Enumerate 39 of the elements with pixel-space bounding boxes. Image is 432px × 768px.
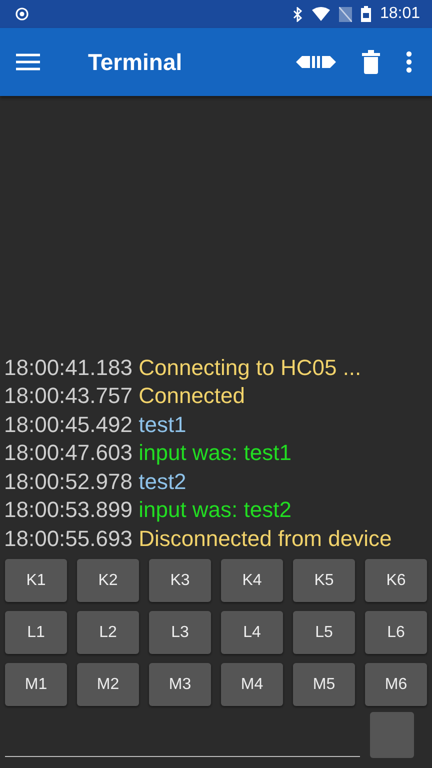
macro-button[interactable]: K2 [77, 559, 139, 602]
log-message: test2 [138, 468, 186, 494]
macro-button[interactable]: K6 [365, 559, 427, 602]
log-message: Connected [138, 383, 246, 408]
log-message: input was: test1 [138, 440, 292, 465]
battery-icon [360, 6, 371, 22]
macro-button[interactable]: L1 [5, 611, 67, 654]
timestamp: 18:00:41.183 [4, 354, 132, 380]
timestamp: 18:00:43.757 [4, 383, 132, 408]
timestamp: 18:00:47.603 [4, 440, 132, 465]
macro-button[interactable]: K3 [149, 559, 211, 602]
macro-button[interactable]: L4 [221, 611, 283, 654]
toolbar-title: Terminal [88, 48, 182, 76]
log-message: Connecting to HC05 ... [138, 354, 362, 380]
timestamp: 18:00:55.693 [4, 526, 132, 550]
macro-button[interactable]: K4 [221, 559, 283, 602]
macro-button[interactable]: M6 [365, 663, 427, 706]
macro-button[interactable]: M5 [293, 663, 355, 706]
macro-button[interactable]: M2 [77, 663, 139, 706]
bluetooth-icon [292, 6, 303, 22]
macro-button[interactable]: M3 [149, 663, 211, 706]
log-message: test1 [138, 412, 186, 436]
no-sim-icon [338, 6, 352, 22]
timestamp: 18:00:45.492 [4, 412, 132, 436]
macro-button[interactable]: M4 [221, 663, 283, 706]
macro-button[interactable]: L5 [293, 611, 355, 654]
notification-icon [15, 7, 29, 21]
macro-button[interactable]: M1 [5, 663, 67, 706]
wifi-icon [312, 7, 330, 21]
timestamp: 18:00:53.899 [4, 497, 132, 522]
macro-button[interactable]: L6 [365, 611, 427, 654]
macro-button[interactable]: L3 [149, 611, 211, 654]
log-message: Disconnected from device [138, 526, 392, 550]
macro-button[interactable]: L2 [77, 611, 139, 654]
macro-button[interactable]: K5 [293, 559, 355, 602]
timestamp: 18:00:52.978 [4, 468, 132, 494]
log-message: input was: test2 [138, 497, 292, 522]
status-time: 18:01 [380, 5, 420, 23]
macro-button[interactable]: K1 [5, 559, 67, 602]
